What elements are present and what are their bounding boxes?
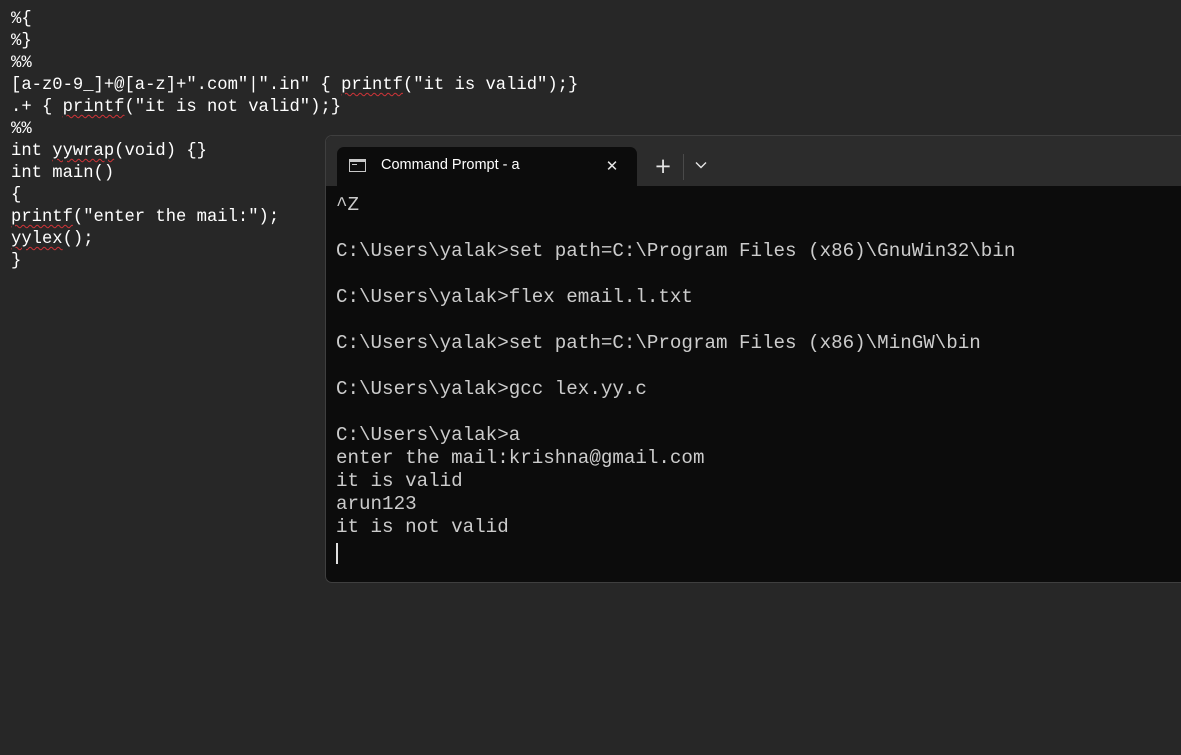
terminal-line: C:\Users\yalak>flex email.l.txt <box>336 286 693 308</box>
terminal-tab-bar: Command Prompt - a ✕ + <box>326 136 1181 186</box>
code-text: %% <box>11 120 32 139</box>
code-text: .+ { <box>11 98 63 117</box>
terminal-line: it is not valid <box>336 516 509 538</box>
text-cursor <box>336 543 338 564</box>
new-tab-button[interactable]: + <box>648 152 678 180</box>
code-line: .+ { printf("it is not valid");} <box>11 97 611 119</box>
code-text: %{ <box>11 10 32 29</box>
terminal-line: enter the mail:krishna@gmail.com <box>336 447 705 469</box>
code-text: ("it is valid");} <box>402 76 579 95</box>
terminal-line: it is valid <box>336 470 463 492</box>
terminal-line: ^Z <box>336 194 360 216</box>
code-text: ("enter the mail:"); <box>72 208 280 227</box>
code-text: ("it is not valid");} <box>124 98 342 117</box>
code-line: %% <box>11 53 611 75</box>
tab-dropdown-button[interactable] <box>688 152 714 180</box>
code-line: [a-z0-9_]+@[a-z]+".com"|".in" { printf("… <box>11 75 611 97</box>
misspelled-word: yylex <box>11 230 63 249</box>
terminal-line: arun123 <box>336 493 417 515</box>
terminal-line: C:\Users\yalak>gcc lex.yy.c <box>336 378 647 400</box>
close-tab-button[interactable]: ✕ <box>599 153 625 179</box>
code-text: %} <box>11 32 32 51</box>
terminal-line: C:\Users\yalak>a <box>336 424 521 446</box>
code-line: %{ <box>11 9 611 31</box>
code-text: (); <box>62 230 94 249</box>
command-prompt-icon <box>349 159 366 172</box>
misspelled-word: yywrap <box>52 142 115 161</box>
misspelled-word: printf <box>62 98 125 117</box>
terminal-window[interactable]: Command Prompt - a ✕ + ^Z C:\Users\yalak>… <box>325 135 1181 583</box>
code-text: { <box>11 186 22 205</box>
tab-command-prompt[interactable]: Command Prompt - a ✕ <box>337 147 637 186</box>
misspelled-word: printf <box>341 76 403 95</box>
terminal-output[interactable]: ^Z C:\Users\yalak>set path=C:\Program Fil… <box>336 194 1015 539</box>
tab-separator <box>683 154 684 180</box>
tab-title: Command Prompt - a <box>381 157 520 173</box>
terminal-line: C:\Users\yalak>set path=C:\Program Files… <box>336 240 1016 262</box>
misspelled-word: printf <box>11 208 73 227</box>
code-text: } <box>11 252 22 271</box>
code-text: int main() <box>11 164 115 183</box>
terminal-line: C:\Users\yalak>set path=C:\Program Files… <box>336 332 981 354</box>
code-text: int <box>11 142 53 161</box>
chevron-down-icon <box>695 162 707 169</box>
code-text: (void) {} <box>114 142 207 161</box>
code-text: %% <box>11 54 32 73</box>
code-text: [a-z0-9_]+@[a-z]+".com"|".in" { <box>11 76 342 95</box>
code-line: %} <box>11 31 611 53</box>
